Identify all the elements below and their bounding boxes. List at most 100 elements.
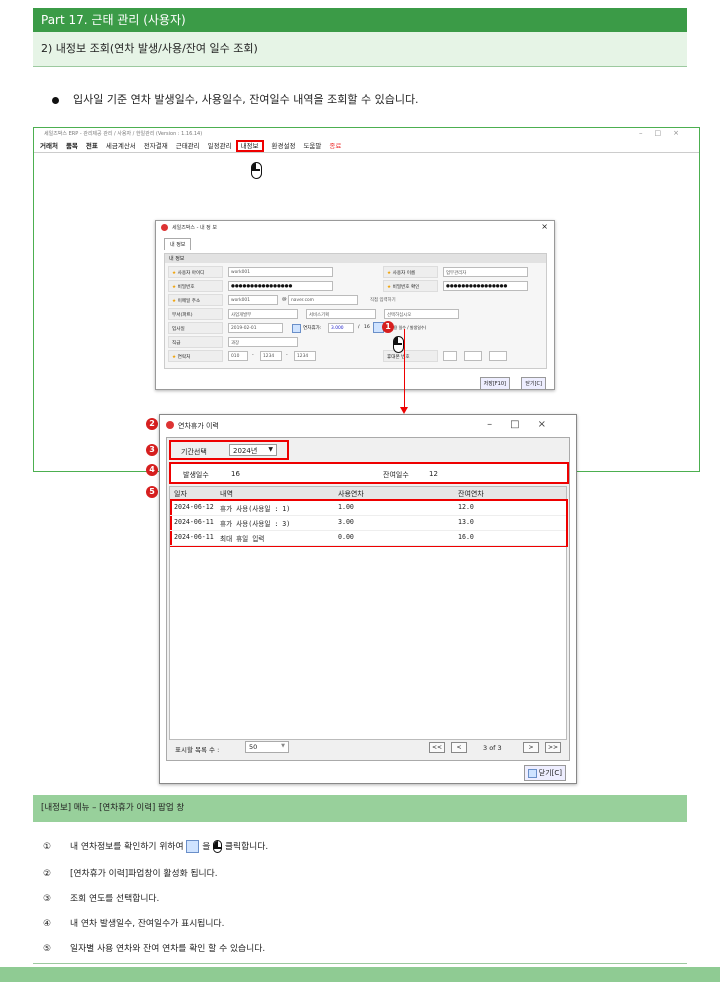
row-contact: ★ 연락처 010 - 1234 - 1234 휴대폰 번호 — [168, 350, 545, 363]
label-position: 직급 — [168, 336, 223, 348]
remain-label: 잔여일수 — [383, 471, 409, 479]
dept3-select[interactable]: 선택하십시오 — [384, 309, 459, 319]
label-dept: 부서(파트) — [168, 308, 223, 320]
menu-item-schedule[interactable]: 일정관리 — [208, 142, 232, 150]
menu-item-items[interactable]: 품목 — [66, 142, 78, 150]
menu-bar: 거래처 품목 전표 세금계산서 전자결재 근태관리 일정관리 내정보 환경설정 도움말 종료 — [40, 140, 349, 152]
col-date: 일자 — [174, 490, 187, 498]
leave-grid: 일자 내역 사용연차 잔여연차 2024-06-12 휴가 사용(사용일 : 1)… — [169, 486, 568, 740]
window-controls[interactable]: –□× — [487, 419, 564, 430]
grid-header: 일자 내역 사용연차 잔여연차 — [170, 487, 566, 499]
menu-item-tax[interactable]: 세금계산서 — [106, 142, 136, 150]
menu-item-myinfo[interactable]: 내정보 — [235, 140, 264, 152]
menu-item-voucher[interactable]: 전표 — [86, 142, 98, 150]
pager-prev-button[interactable]: < — [451, 742, 467, 753]
col-used: 사용연차 — [338, 490, 364, 498]
tab-myinfo[interactable]: 내 정보 — [164, 238, 192, 250]
footer-item-3: ③ 조회 연도를 선택합니다. — [43, 894, 160, 904]
leave-total: 16 — [364, 325, 370, 330]
list-count-select[interactable]: 50 ▼ — [245, 741, 289, 753]
pager-first-button[interactable]: << — [429, 742, 445, 753]
badge-5: 5 — [146, 486, 158, 498]
phone2-field[interactable]: 1234 — [260, 351, 282, 361]
arrow-line — [404, 329, 405, 411]
table-row[interactable]: 2024-06-12 휴가 사용(사용일 : 1) 1.00 12.0 — [170, 501, 566, 516]
remain-value: 12 — [429, 470, 438, 478]
leave-note: 사용 일수 / 발생일수) — [390, 325, 427, 330]
row-join: 입사일 2019-02-01 연차휴가: 3.000 / 16 사용 일수 / … — [168, 322, 545, 335]
required-star-icon: ★ — [387, 271, 392, 276]
menu-item-approval[interactable]: 전자결재 — [144, 142, 168, 150]
menu-item-help[interactable]: 도움말 — [303, 142, 321, 150]
mouse-click-icon — [213, 840, 223, 853]
phone3-field[interactable]: 1234 — [294, 351, 316, 361]
required-star-icon: ★ — [172, 299, 177, 304]
badge-2: 2 — [146, 418, 158, 430]
email-direct-select[interactable]: 직접 입력하기 — [368, 295, 413, 305]
leave-history-dialog: 연차휴가 이력 –□× 기간선택 2024년 ▼ 발생일수 16 잔여일수 12 … — [159, 414, 577, 784]
save-button[interactable]: 저장[F10] — [479, 377, 510, 390]
user-id-field[interactable]: work001 — [228, 267, 333, 277]
footer-item-4: ④내 연차 발생일수, 잔여일수가 표시됩니다. — [43, 919, 225, 929]
table-row[interactable]: 2024-06-11 최대 휴일 입력 0.00 16.0 — [170, 531, 566, 546]
position-select[interactable]: 과장 — [228, 337, 298, 347]
leave-label: 연차휴가: — [303, 326, 322, 331]
join-date-field[interactable]: 2019-02-01 — [228, 323, 283, 333]
label-contact: ★ 연락처 — [168, 350, 223, 362]
phone1-field[interactable]: 010 — [228, 351, 248, 361]
label-user-name: ★ 사용자 이름 — [383, 266, 438, 278]
phone-dash: - — [252, 353, 254, 358]
bottom-bar — [0, 967, 720, 982]
required-star-icon: ★ — [172, 355, 177, 360]
mobile1-field[interactable] — [443, 351, 457, 361]
app-title: 세일즈박스 ERP - 관리제공 관리 / 사용자 / 한일관리 (Versio… — [44, 131, 203, 137]
menu-item-attendance[interactable]: 근태관리 — [176, 142, 200, 150]
label-join-date: 입사일 — [168, 322, 223, 334]
required-star-icon: ★ — [172, 271, 177, 276]
period-label: 기간선택 — [181, 448, 207, 456]
mobile2-field[interactable] — [464, 351, 482, 361]
pager-last-button[interactable]: >> — [545, 742, 561, 753]
menu-item-client[interactable]: 거래처 — [40, 142, 58, 150]
pager-status: 3 of 3 — [483, 744, 502, 752]
col-remain: 잔여연차 — [458, 490, 484, 498]
chevron-down-icon: ▼ — [281, 743, 285, 749]
email-at: @ — [282, 297, 287, 302]
dept2-select[interactable]: 서비스기획 — [306, 309, 376, 319]
password-field[interactable]: ●●●●●●●●●●●●●●●● — [228, 281, 333, 291]
row-position: 직급 과장 — [168, 336, 545, 349]
section-header: Part 17. 근태 관리 (사용자) — [33, 8, 687, 32]
leave-close-button[interactable]: 닫기[C] — [523, 765, 566, 781]
occurred-label: 발생일수 — [183, 471, 209, 479]
period-select[interactable]: 2024년 ▼ — [229, 444, 277, 456]
close-icon[interactable]: × — [541, 222, 548, 231]
row-email: ★ 이메일 주소 work001 @ naver.com 직접 입력하기 — [168, 294, 545, 307]
email-domain-field[interactable]: naver.com — [288, 295, 358, 305]
leave-used-field: 3.000 — [328, 323, 354, 333]
menu-item-exit[interactable]: 종료 — [329, 142, 341, 150]
label-email: ★ 이메일 주소 — [168, 294, 223, 306]
list-count-label: 표시할 목록 수 : — [175, 746, 220, 754]
footer-item-5: ⑤ 일자별 사용 연차와 잔여 연차를 확인 할 수 있습니다. — [43, 944, 266, 954]
dept-select[interactable]: 사업개발부 — [228, 309, 298, 319]
window-controls[interactable]: –□× — [639, 129, 691, 137]
mouse-click-icon — [251, 162, 262, 179]
footer-item-1: ①내 연차정보를 확인하기 위하여 을 클릭합니다. — [43, 840, 269, 853]
occurred-value: 16 — [231, 470, 240, 478]
menu-item-settings[interactable]: 환경설정 — [272, 142, 296, 150]
leave-history-button-icon — [186, 840, 200, 853]
calendar-icon[interactable] — [292, 324, 301, 333]
mobile3-field[interactable] — [489, 351, 507, 361]
app-logo-icon — [161, 224, 168, 231]
pager-next-button[interactable]: > — [523, 742, 539, 753]
email-id-field[interactable]: work001 — [228, 295, 278, 305]
myinfo-dialog: 세일즈박스 - 내 정 보 × 내 정보 내 정보 ★ 사용자 아이디 work… — [155, 220, 555, 390]
leave-slash: / — [358, 325, 360, 330]
close-button[interactable]: 닫기[C] — [521, 377, 546, 390]
table-row[interactable]: 2024-06-11 휴가 사용(사용일 : 3) 3.00 13.0 — [170, 516, 566, 531]
intro-text: 입사일 기준 연차 발생일수, 사용일수, 잔여일수 내역을 조회할 수 있습니… — [73, 93, 419, 106]
user-name-field[interactable]: 업무관리자 — [443, 267, 528, 277]
password-confirm-field[interactable]: ●●●●●●●●●●●●●●●● — [443, 281, 528, 291]
intro-bullet: 입사일 기준 연차 발생일수, 사용일수, 잔여일수 내역을 조회할 수 있습니… — [52, 91, 419, 107]
chevron-down-icon: ▼ — [268, 446, 273, 453]
